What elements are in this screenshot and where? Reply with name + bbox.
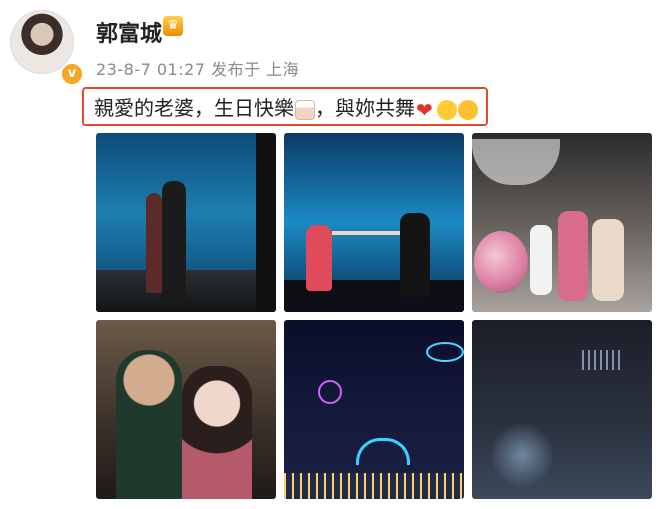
light-arch-icon [356, 438, 410, 465]
photo-lamp [472, 139, 560, 185]
photo-person [592, 219, 624, 301]
photo-floor [96, 270, 276, 312]
photo-night-sky[interactable] [472, 320, 652, 499]
photo-person [558, 211, 588, 301]
cake-emoji [295, 99, 315, 120]
username[interactable]: 郭富城 [96, 16, 162, 48]
photo-wall [256, 133, 276, 312]
photo-birthday[interactable] [472, 133, 652, 312]
photo-couple[interactable] [96, 320, 276, 499]
photo-person [116, 350, 182, 499]
post-text-main: 親愛的老婆，生日快樂 [94, 96, 294, 120]
smile-emoji [437, 99, 457, 120]
photo-person [146, 193, 162, 293]
post-meta: 23-8-7 01:27 发布于 上海 [96, 56, 299, 80]
drone-light-icon [426, 342, 464, 362]
photo-aquarium-dance[interactable] [284, 133, 464, 312]
heart-emoji: ❤ [416, 97, 433, 122]
photo-night-park[interactable] [284, 320, 464, 499]
post-location: 发布于 上海 [211, 60, 300, 79]
photo-drones [582, 350, 622, 370]
photo-person [182, 366, 252, 499]
post-timestamp: 23-8-7 01:27 [96, 60, 206, 79]
photo-person [306, 225, 332, 291]
photo-person [162, 181, 186, 299]
crown-icon: ♛ [163, 16, 183, 36]
post-text-end: ，與妳共舞 [315, 96, 415, 120]
blowing-kiss-emoji [458, 99, 478, 120]
photo-person [400, 213, 430, 297]
photo-aquarium[interactable] [96, 133, 276, 312]
ferris-wheel-icon [318, 380, 342, 404]
photo-flowers [474, 231, 528, 293]
photo-lights [284, 473, 464, 499]
photo-person [530, 225, 552, 295]
post-text: 親愛的老婆，生日快樂 ，與妳共舞❤ [82, 87, 488, 126]
verified-badge-icon: v [60, 62, 84, 86]
photo-hands [332, 231, 404, 235]
photo-glow [492, 420, 552, 490]
